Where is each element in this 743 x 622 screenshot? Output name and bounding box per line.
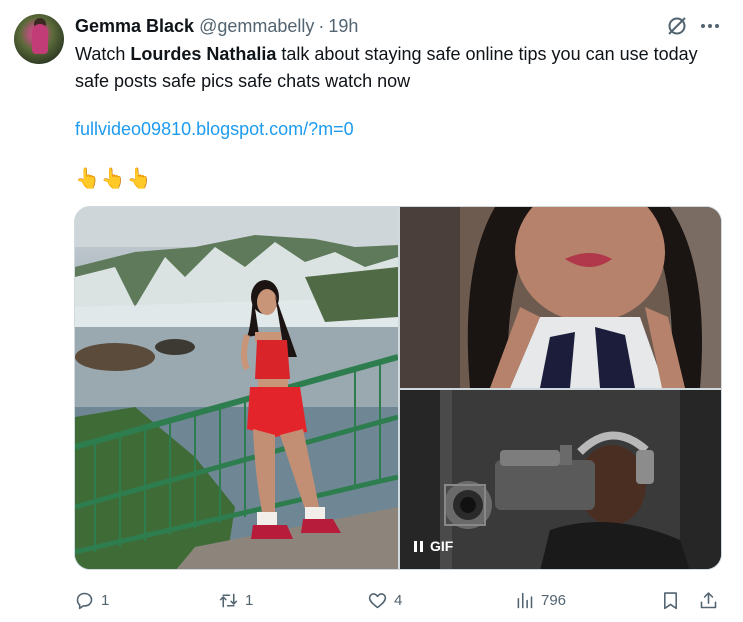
pause-icon[interactable] bbox=[414, 540, 423, 552]
tweet-emojis: 👆👆👆 bbox=[75, 168, 153, 190]
views-button[interactable]: 796 bbox=[514, 586, 566, 614]
gif-label: GIF bbox=[430, 538, 454, 554]
repost-count: 1 bbox=[245, 591, 254, 609]
separator-dot: · bbox=[318, 15, 325, 36]
views-icon bbox=[517, 592, 533, 608]
avatar-figure-shape bbox=[32, 24, 48, 54]
bookmark-button[interactable] bbox=[660, 586, 681, 614]
bookmark-icon bbox=[664, 591, 677, 609]
grok-icon[interactable] bbox=[666, 15, 688, 37]
media-gif-camera[interactable]: GIF bbox=[400, 390, 721, 569]
avatar[interactable] bbox=[14, 14, 64, 64]
like-button[interactable]: 4 bbox=[367, 586, 402, 614]
tweet-text: Watch Lourdes Nathalia talk about stayin… bbox=[75, 41, 725, 95]
author-name[interactable]: Gemma Black bbox=[75, 16, 194, 37]
repost-icon bbox=[219, 593, 238, 607]
gif-badge: GIF bbox=[414, 535, 453, 557]
media-photo-waterfall[interactable] bbox=[75, 207, 398, 569]
tweet-text-bold-name: Lourdes Nathalia bbox=[130, 44, 277, 64]
more-icon[interactable] bbox=[699, 15, 721, 37]
media-grid: GIF bbox=[74, 206, 722, 570]
author-handle[interactable]: @gemmabelly bbox=[199, 16, 314, 37]
photo-waterfall-art bbox=[75, 207, 398, 569]
tweet-link[interactable]: fullvideo09810.blogspot.com/?m=0 bbox=[75, 116, 354, 142]
repost-button[interactable]: 1 bbox=[218, 586, 253, 614]
timestamp[interactable]: 19h bbox=[328, 16, 358, 37]
tweet-header: Gemma Black @gemmabelly · 19h bbox=[75, 15, 358, 37]
media-photo-selfie[interactable] bbox=[400, 207, 721, 388]
reply-icon bbox=[76, 592, 93, 609]
photo-selfie-art bbox=[400, 207, 721, 388]
like-count: 4 bbox=[394, 591, 403, 609]
action-bar: 1 1 4 796 bbox=[74, 586, 722, 614]
reply-button[interactable]: 1 bbox=[74, 586, 109, 614]
like-icon bbox=[368, 592, 387, 608]
reply-count: 1 bbox=[101, 591, 110, 609]
share-icon bbox=[700, 591, 717, 608]
tweet-text-prefix: Watch bbox=[75, 44, 131, 64]
views-count: 796 bbox=[541, 591, 567, 609]
share-button[interactable] bbox=[698, 586, 719, 614]
